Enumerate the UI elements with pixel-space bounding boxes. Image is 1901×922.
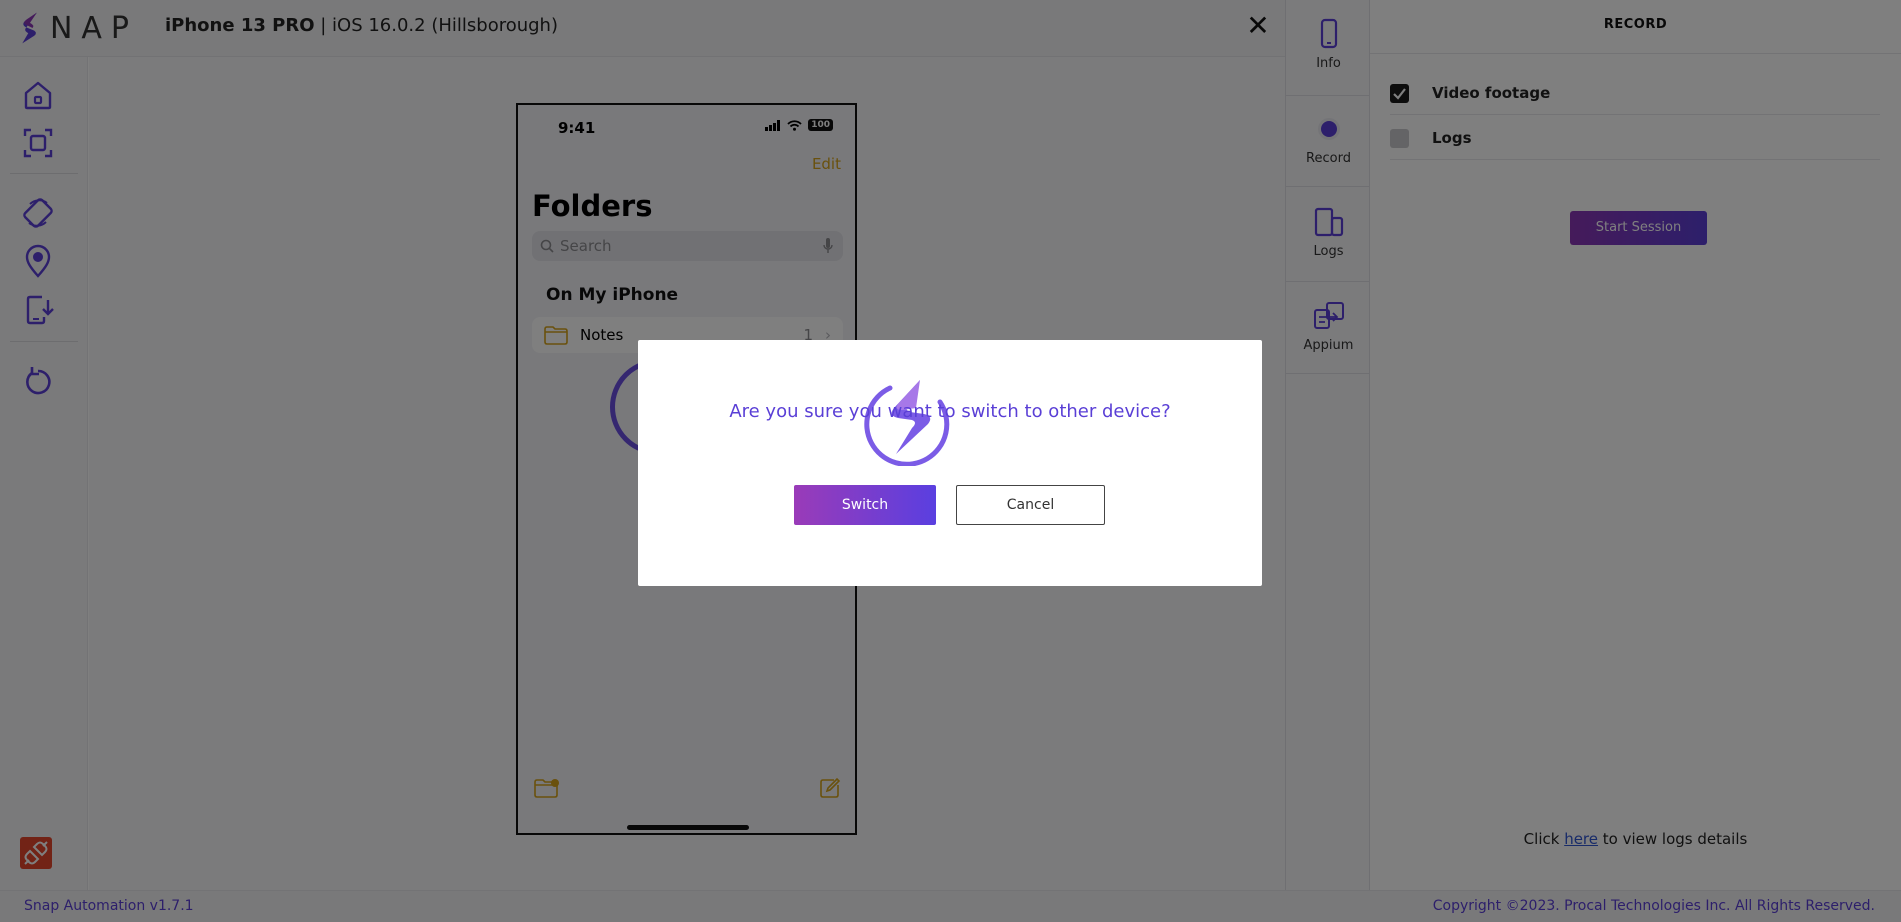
dialog-question: Are you sure you want to switch to other…	[729, 401, 1171, 422]
cancel-button[interactable]: Cancel	[956, 485, 1105, 525]
switch-button[interactable]: Switch	[794, 485, 936, 525]
switch-device-dialog: Are you sure you want to switch to other…	[638, 340, 1262, 586]
